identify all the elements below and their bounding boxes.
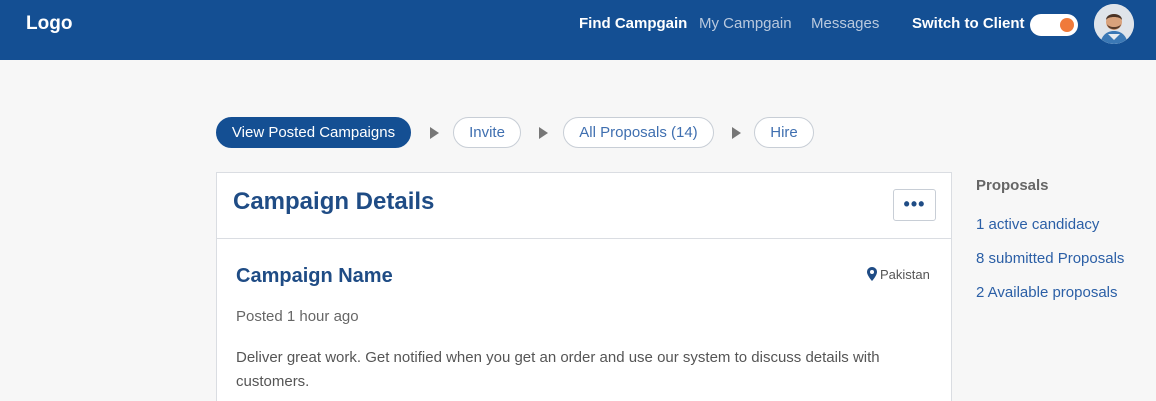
logo[interactable]: Logo xyxy=(26,13,72,35)
top-navbar: Logo Find Campgain My Campgain Messages … xyxy=(0,0,1156,60)
step-all-proposals[interactable]: All Proposals (14) xyxy=(563,117,714,148)
step-view-posted-campaigns[interactable]: View Posted Campaigns xyxy=(216,117,411,148)
more-options-button[interactable]: ••• xyxy=(893,189,936,221)
avatar[interactable] xyxy=(1094,4,1134,44)
link-available-proposals[interactable]: 2 Available proposals xyxy=(976,284,1118,301)
step-invite[interactable]: Invite xyxy=(453,117,521,148)
location: Pakistan xyxy=(867,267,930,282)
campaign-description: Deliver great work. Get notified when yo… xyxy=(236,349,880,390)
link-active-candidacy[interactable]: 1 active candidacy xyxy=(976,216,1099,233)
sidebar-title: Proposals xyxy=(976,177,1049,194)
link-submitted-proposals[interactable]: 8 submitted Proposals xyxy=(976,250,1124,267)
nav-my-campaign[interactable]: My Campgain xyxy=(699,15,792,32)
toggle-knob xyxy=(1060,18,1074,32)
campaign-details-card: Campaign Details ••• Campaign Name Pakis… xyxy=(216,172,952,401)
card-title: Campaign Details xyxy=(233,188,435,215)
card-header: Campaign Details ••• xyxy=(217,173,951,239)
switch-to-client-label: Switch to Client xyxy=(912,15,1025,32)
campaign-name: Campaign Name xyxy=(236,265,393,287)
step-arrow-icon xyxy=(430,127,439,139)
map-pin-icon xyxy=(867,267,877,281)
nav-messages[interactable]: Messages xyxy=(811,15,879,32)
step-hire[interactable]: Hire xyxy=(754,117,814,148)
step-arrow-icon xyxy=(732,127,741,139)
user-avatar-icon xyxy=(1094,4,1134,44)
location-text: Pakistan xyxy=(880,267,930,282)
step-arrow-icon xyxy=(539,127,548,139)
client-toggle[interactable] xyxy=(1030,14,1078,36)
nav-find-campaign[interactable]: Find Campgain xyxy=(579,15,687,32)
posted-time: Posted 1 hour ago xyxy=(236,308,359,325)
